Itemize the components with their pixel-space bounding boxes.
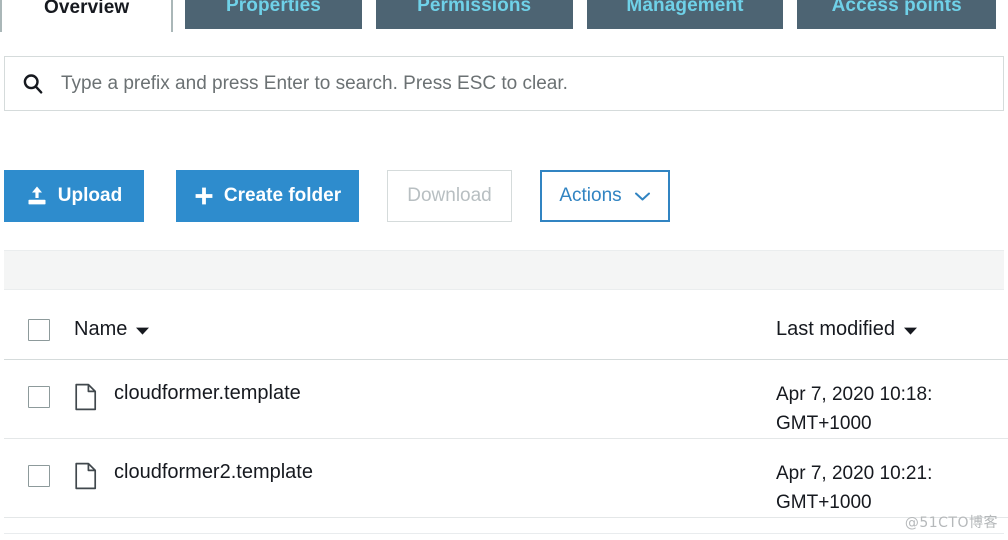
row-name-cell: cloudformer.template [74,360,776,411]
column-header-name-label: Name [74,318,128,340]
s3-bucket-overview-page: Overview Properties Permissions Manageme… [0,0,1008,540]
select-all-checkbox[interactable] [28,318,50,341]
create-folder-button[interactable]: Create folder [176,170,359,222]
object-toolbar: Upload Create folder Download Actions [4,170,670,222]
upload-icon [26,185,48,207]
search-input[interactable] [61,57,1003,110]
filter-band [4,250,1004,290]
tab-overview-label: Overview [43,0,130,18]
tab-access-points-label: Access points [831,0,962,16]
row-name-label[interactable]: cloudformer2.template [114,461,313,484]
caret-down-icon [136,327,150,335]
bottom-divider [4,533,1004,534]
watermark: @51CTO博客 [904,515,998,531]
file-icon [74,462,98,490]
row-last-modified-line1: Apr 7, 2020 10:21: [776,463,933,484]
select-all-cell [4,318,74,341]
row-checkbox[interactable] [28,386,50,408]
download-button-label: Download [407,185,492,206]
row-name-cell: cloudformer2.template [74,439,776,490]
download-button: Download [387,170,512,222]
actions-button-label: Actions [559,185,622,206]
tab-permissions[interactable]: Permissions [373,0,575,32]
row-last-modified-cell: Apr 7, 2020 10:18: GMT+1000 [776,360,1008,438]
row-select-cell [4,439,74,487]
actions-button[interactable]: Actions [540,170,670,222]
row-name-label[interactable]: cloudformer.template [114,382,301,405]
table-row[interactable]: cloudformer2.template Apr 7, 2020 10:21:… [4,439,1008,518]
file-icon [74,383,98,411]
plus-icon [194,186,214,206]
tab-management[interactable]: Management [584,0,786,32]
row-select-cell [4,360,74,408]
row-checkbox[interactable] [28,465,50,487]
upload-button-label: Upload [57,185,123,206]
tab-access-points[interactable]: Access points [795,0,998,32]
chevron-down-icon [634,191,651,202]
create-folder-button-label: Create folder [223,185,342,206]
upload-button[interactable]: Upload [4,170,144,222]
table-row[interactable]: cloudformer.template Apr 7, 2020 10:18: … [4,360,1008,439]
row-last-modified-cell: Apr 7, 2020 10:21: GMT+1000 [776,439,1008,517]
table-header-row: Name Last modified [4,300,1008,360]
tab-permissions-label: Permissions [417,0,532,16]
search-bar[interactable] [4,56,1004,111]
column-header-name[interactable]: Name [74,318,776,341]
row-last-modified-line1: Apr 7, 2020 10:18: [776,384,933,405]
bucket-tabs: Overview Properties Permissions Manageme… [0,0,1008,32]
tab-properties-label: Properties [225,0,321,16]
column-header-last-modified-label: Last modified [776,318,895,340]
tab-overview[interactable]: Overview [0,0,174,32]
tab-management-label: Management [626,0,744,16]
column-header-last-modified[interactable]: Last modified [776,315,1008,344]
row-last-modified-line2: GMT+1000 [776,413,872,434]
tab-properties[interactable]: Properties [183,0,364,32]
search-icon [5,72,61,96]
object-table: Name Last modified cloudformer.template … [4,300,1008,518]
caret-down-icon [903,327,917,335]
